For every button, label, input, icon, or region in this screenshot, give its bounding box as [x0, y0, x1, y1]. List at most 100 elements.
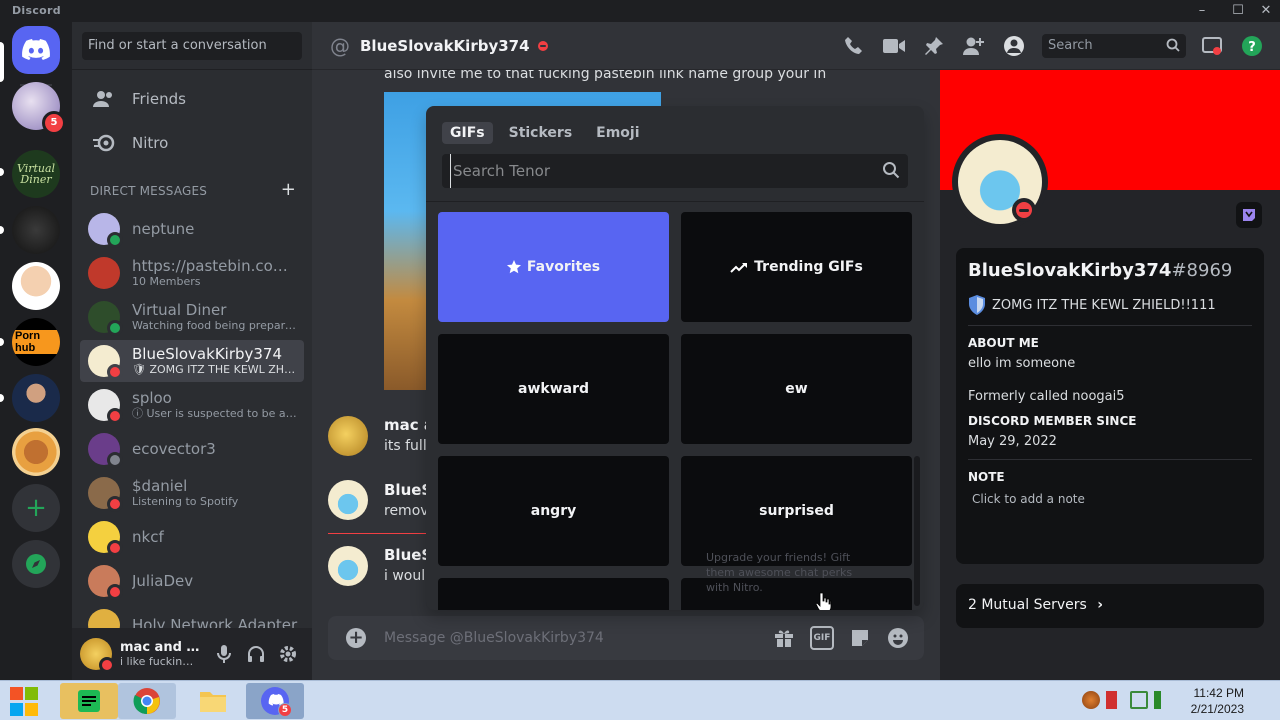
emoji-button[interactable]	[886, 626, 910, 650]
picker-divider	[426, 201, 924, 202]
flag-icon[interactable]	[1106, 691, 1124, 709]
sticker-icon	[852, 630, 868, 646]
gif-category-favorites[interactable]: Favorites	[438, 212, 669, 322]
profile-username[interactable]: BlueSlovakKirby374	[968, 260, 1171, 281]
star-icon	[506, 260, 521, 274]
dm-sidebar: Find or start a conversation Friends Nit…	[72, 22, 312, 680]
inbox-button[interactable]	[1200, 34, 1224, 58]
create-dm-button[interactable]: +	[281, 181, 296, 199]
svg-text:?: ?	[1248, 40, 1256, 55]
help-button[interactable]: ?	[1240, 34, 1264, 58]
tab-stickers[interactable]: Stickers	[501, 122, 581, 144]
voice-call-button[interactable]	[842, 34, 866, 58]
self-avatar[interactable]	[80, 638, 115, 673]
minimize-button[interactable]: –	[1190, 0, 1214, 22]
mute-button[interactable]	[214, 644, 234, 664]
about-me-text: ello im someone	[968, 356, 1076, 371]
nitro-icon	[93, 134, 115, 152]
taskbar-notes-app[interactable]	[60, 683, 118, 719]
explore-button[interactable]	[12, 540, 60, 588]
search-icon	[883, 162, 900, 179]
dm-item[interactable]: $daniel Listening to Spotify	[80, 472, 304, 514]
message-avatar[interactable]	[328, 480, 368, 520]
chrome-icon	[133, 688, 160, 715]
network-icon[interactable]	[1130, 691, 1148, 709]
server-avatar-5[interactable]: Porn hub	[12, 318, 60, 366]
tile-label: ew	[785, 381, 808, 397]
taskbar-chrome[interactable]	[118, 683, 176, 719]
note-input[interactable]: Click to add a note	[972, 492, 1252, 506]
search-icon	[1166, 38, 1180, 52]
mutual-servers-button[interactable]: 2 Mutual Servers ›	[956, 584, 1264, 628]
nav-nitro[interactable]: Nitro	[80, 122, 304, 164]
shield-icon	[969, 295, 985, 315]
tray-app-icon[interactable]	[1082, 691, 1100, 709]
server-avatar-4[interactable]	[12, 262, 60, 310]
profile-custom-status: ZOMG ITZ THE KEWL ZHIELD!!111	[968, 295, 1252, 315]
gif-category-angry[interactable]: angry	[438, 456, 669, 566]
dm-item[interactable]: sploo ⓘ User is suspected to be a tr...	[80, 384, 304, 426]
dm-item[interactable]: nkcf	[80, 516, 304, 558]
message-composer[interactable]: + Message @BlueSlovakKirby374 GIF	[328, 616, 924, 660]
dm-item[interactable]: BlueSlovakKirby374 🛡 ZOMG ITZ THE KEWL ZH…	[80, 340, 304, 382]
server-virtual-diner[interactable]: Virtual Diner	[12, 150, 60, 198]
add-friends-to-dm-button[interactable]	[962, 34, 986, 58]
dm-item[interactable]: neptune	[80, 208, 304, 250]
add-server-button[interactable]: +	[12, 484, 60, 532]
find-conversation-button[interactable]: Find or start a conversation	[82, 32, 302, 60]
dm-item[interactable]: JuliaDev	[80, 560, 304, 602]
server-avatar-7[interactable]	[12, 428, 60, 476]
user-panel: mac and c... i like fucking ...	[72, 628, 312, 680]
tile-label: angry	[530, 503, 577, 519]
dm-item[interactable]: ecovector3	[80, 428, 304, 470]
gif-category-ew[interactable]: ew	[681, 334, 912, 444]
profile-discriminator: #8969	[1171, 260, 1233, 281]
message-avatar[interactable]	[328, 546, 368, 586]
chat-header: @ BlueSlovakKirby374 Search ?	[312, 22, 1280, 70]
video-call-button[interactable]	[882, 34, 906, 58]
header-search-input[interactable]: Search	[1042, 34, 1186, 58]
gif-category-tile[interactable]	[438, 578, 669, 610]
tab-gifs[interactable]: GIFs	[442, 122, 493, 144]
system-tray	[1082, 691, 1172, 709]
gif-search-input[interactable]	[450, 154, 870, 188]
message-avatar[interactable]	[328, 416, 368, 456]
dm-header: DIRECT MESSAGES +	[90, 181, 296, 199]
gif-category-awkward[interactable]: awkward	[438, 334, 669, 444]
home-button[interactable]	[12, 26, 60, 74]
profile-dnd-status-icon	[1012, 198, 1036, 222]
dm-text: JuliaDev	[132, 572, 298, 590]
header-search-placeholder: Search	[1048, 38, 1093, 53]
nav-friends[interactable]: Friends	[80, 78, 304, 120]
upload-button[interactable]: +	[346, 628, 366, 648]
dm-item[interactable]: Virtual Diner Watching food being prepare…	[80, 296, 304, 338]
picker-scrollbar[interactable]	[914, 456, 920, 606]
server-avatar-3[interactable]	[12, 206, 60, 254]
gif-category-trending[interactable]: Trending GIFs	[681, 212, 912, 322]
taskbar-file-explorer[interactable]	[184, 683, 242, 719]
pin-icon	[925, 37, 943, 55]
nitro-badge-icon	[1243, 209, 1255, 221]
hide-profile-button[interactable]	[1002, 34, 1026, 58]
deafen-button[interactable]	[246, 644, 266, 664]
message-text: remov	[384, 503, 429, 519]
gift-button[interactable]	[772, 626, 796, 650]
message-input[interactable]: Message @BlueSlovakKirby374	[384, 630, 772, 646]
close-window-button[interactable]: ✕	[1254, 0, 1278, 22]
volume-icon[interactable]	[1154, 691, 1172, 709]
dm-item[interactable]: https://pastebin.com/... 10 Members	[80, 252, 304, 294]
tab-emoji[interactable]: Emoji	[588, 122, 647, 144]
server-avatar-6[interactable]	[12, 374, 60, 422]
nitro-badge[interactable]	[1236, 202, 1262, 228]
maximize-button[interactable]: ☐	[1226, 0, 1250, 22]
taskbar-discord[interactable]: 5	[246, 683, 304, 719]
sticker-button[interactable]	[848, 626, 872, 650]
taskbar-clock[interactable]: 11:42 PM 2/21/2023	[1191, 685, 1244, 717]
start-button[interactable]	[10, 687, 40, 717]
gif-button[interactable]: GIF	[810, 626, 834, 650]
channel-recipient-name[interactable]: BlueSlovakKirby374	[360, 37, 530, 55]
profile-divider	[968, 459, 1252, 460]
settings-button[interactable]	[278, 644, 298, 664]
dm-avatar	[88, 213, 123, 248]
pinned-messages-button[interactable]	[922, 34, 946, 58]
